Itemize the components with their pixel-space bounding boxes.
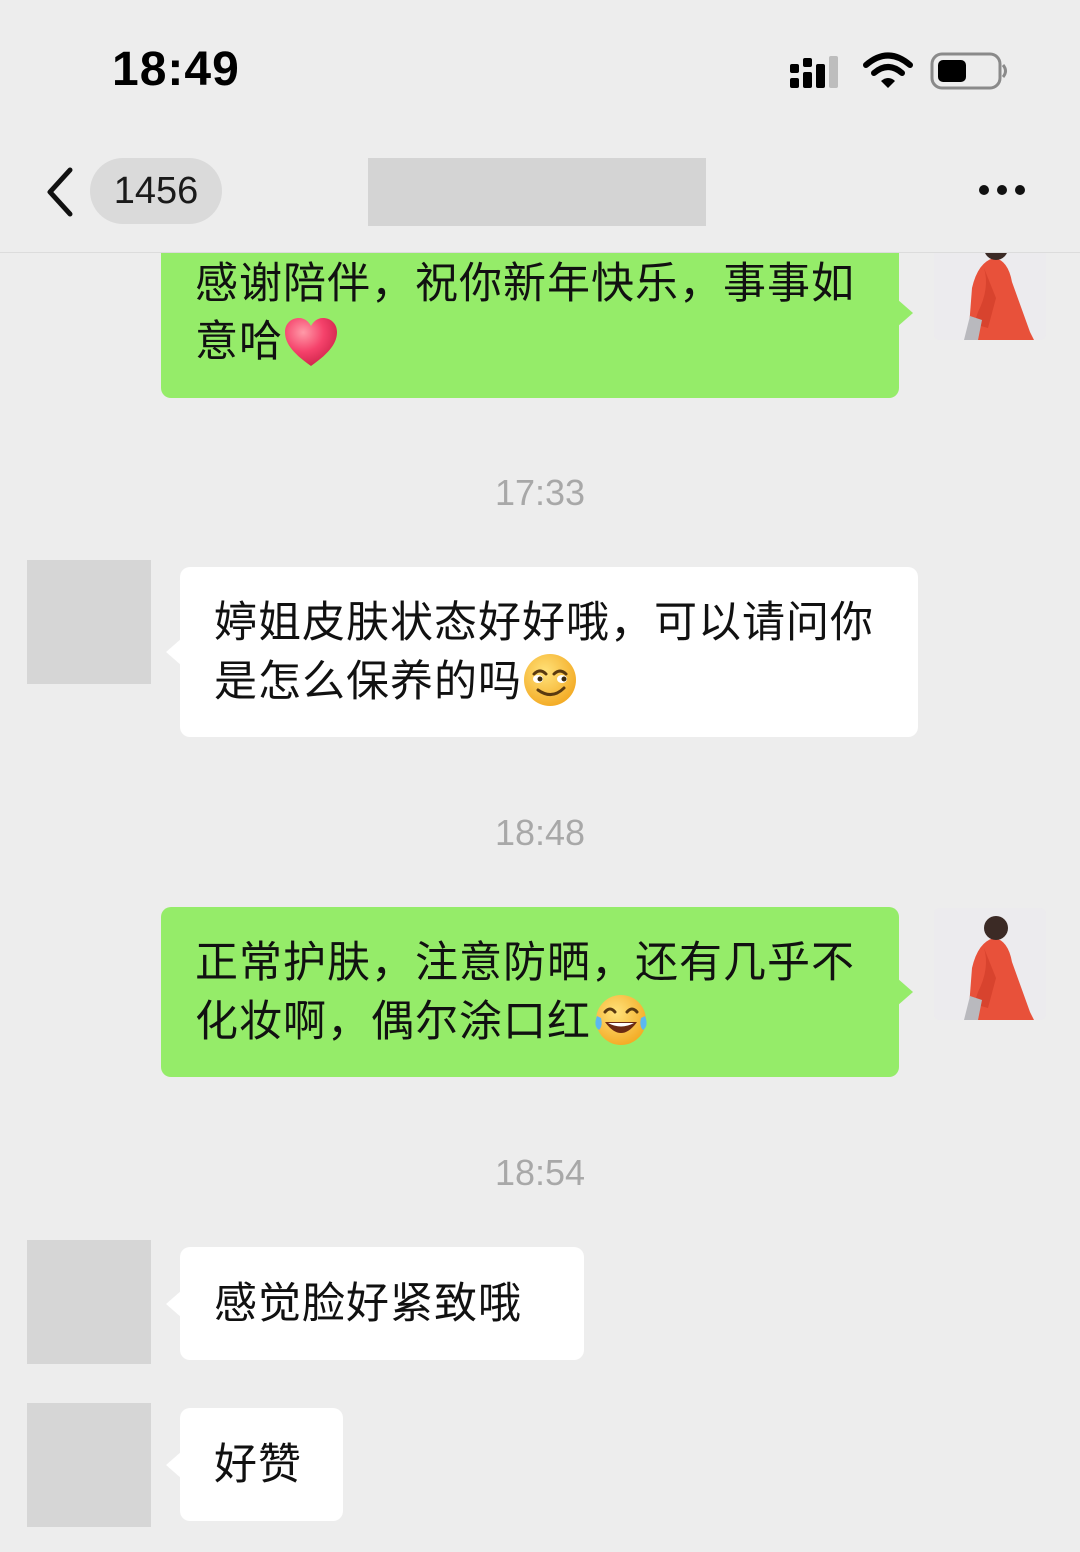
message-text: 感谢陪伴，祝你新年快乐，事事如意哈	[195, 255, 865, 371]
back-chevron-icon[interactable]	[40, 164, 80, 220]
message-list[interactable]: 感谢陪伴，祝你新年快乐，事事如意哈 17:33 婷姐皮肤状态好好哦，可以请问你是…	[0, 252, 1080, 1552]
message-text: 好赞	[214, 1439, 302, 1490]
status-bar: 18:49	[0, 0, 1080, 140]
message-text: 正常护肤，注意防晒，还有几乎不化妆啊，偶尔涂口红	[195, 934, 865, 1051]
contact-avatar[interactable]	[27, 1403, 151, 1527]
message-bubble[interactable]: 正常护肤，注意防晒，还有几乎不化妆啊，偶尔涂口红	[161, 907, 913, 1077]
message-bubble[interactable]: 好赞	[166, 1408, 343, 1521]
avatar-photo-icon	[934, 252, 1046, 340]
message-timestamp: 18:54	[494, 1152, 586, 1193]
heart-emoji-icon	[285, 318, 337, 366]
unread-count-badge[interactable]: 1456	[90, 158, 222, 224]
message-bubble[interactable]: 感谢陪伴，祝你新年快乐，事事如意哈	[161, 252, 913, 398]
message-timestamp: 18:48	[494, 812, 586, 853]
message-bubble[interactable]: 感觉脸好紧致哦	[166, 1247, 584, 1360]
contact-avatar[interactable]	[27, 1240, 151, 1364]
smirk-emoji-icon	[524, 653, 576, 706]
contact-avatar[interactable]	[27, 560, 151, 684]
redacted-chat-title	[368, 158, 706, 226]
message-text: 感觉脸好紧致哦	[214, 1278, 522, 1329]
message-text: 婷姐皮肤状态好好哦，可以请问你是怎么保养的吗	[214, 594, 884, 711]
more-options-icon[interactable]	[974, 176, 1030, 204]
laugh-tears-emoji-icon	[595, 994, 647, 1045]
message-timestamp: 17:33	[494, 472, 586, 513]
status-time: 18:49	[112, 43, 240, 96]
chat-header: 1456	[0, 140, 1080, 253]
cellular-signal-icon	[790, 56, 838, 88]
wifi-icon	[863, 52, 913, 88]
self-avatar[interactable]	[934, 252, 1046, 340]
message-bubble[interactable]: 婷姐皮肤状态好好哦，可以请问你是怎么保养的吗	[166, 567, 918, 737]
self-avatar[interactable]	[934, 908, 1046, 1020]
avatar-photo-icon	[934, 908, 1046, 1020]
battery-icon	[930, 52, 1007, 90]
message-text-content: 正常护肤，注意防晒，还有几乎不化妆啊，偶尔涂口红	[195, 937, 855, 1047]
